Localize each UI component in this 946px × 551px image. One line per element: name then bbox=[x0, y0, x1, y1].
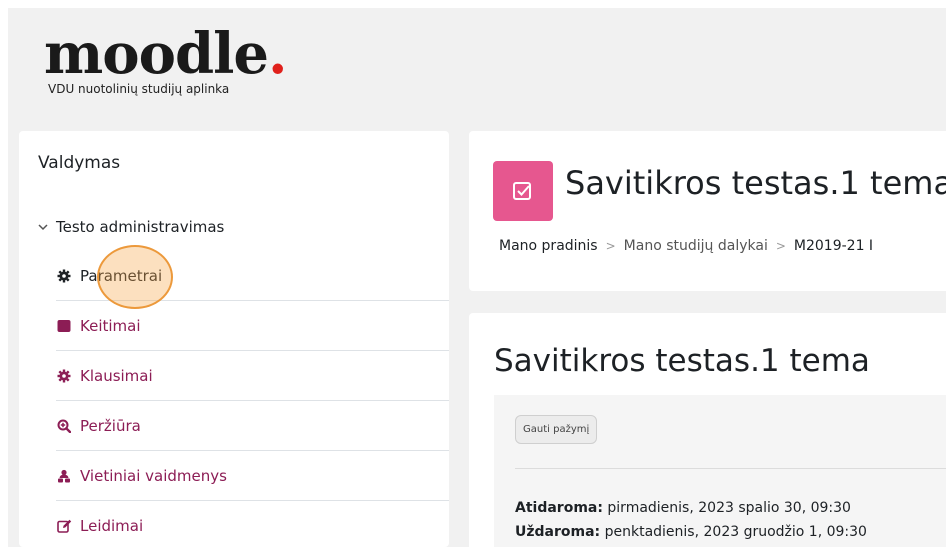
menu-item-keitimai[interactable]: Keitimai bbox=[56, 301, 449, 351]
quiz-administration-toggle[interactable]: Testo administravimas bbox=[38, 218, 224, 236]
activity-dates: Atidaroma: pirmadienis, 2023 spalio 30, … bbox=[515, 496, 867, 544]
menu-item-klausimai[interactable]: Klausimai bbox=[56, 351, 449, 401]
menu-item-perziura[interactable]: Peržiūra bbox=[56, 401, 449, 451]
edit-icon bbox=[56, 518, 72, 534]
divider bbox=[515, 468, 946, 469]
opened-date: Atidaroma: pirmadienis, 2023 spalio 30, … bbox=[515, 500, 851, 516]
menu-item-vietiniai-vaidmenys[interactable]: Vietiniai vaidmenys bbox=[56, 451, 449, 501]
search-plus-icon bbox=[56, 418, 72, 434]
chevron-right-icon: > bbox=[775, 239, 786, 253]
activity-title: Savitikros testas.1 tema bbox=[494, 343, 870, 379]
site-logo[interactable]: moodle. VDU nuotolinių studijų aplinka bbox=[44, 24, 287, 96]
menu-item-label: Klausimai bbox=[80, 366, 153, 385]
closed-date: Uždaroma: penktadienis, 2023 gruodžio 1,… bbox=[515, 524, 867, 540]
activity-info: Gauti pažymį Atidaroma: pirmadienis, 202… bbox=[494, 395, 946, 547]
breadcrumb-item[interactable]: M2019-21 I bbox=[794, 238, 873, 254]
breadcrumb-item[interactable]: Mano studijų dalykai bbox=[624, 238, 768, 254]
completion-badge: Gauti pažymį bbox=[515, 415, 598, 444]
menu-item-label: Leidimai bbox=[80, 517, 144, 535]
users-icon bbox=[56, 468, 72, 484]
quiz-main-region: Savitikros testas.1 tema Gauti pažymį At… bbox=[469, 313, 946, 547]
chevron-right-icon: > bbox=[605, 239, 616, 253]
gear-icon bbox=[56, 268, 72, 284]
menu-item-label: Vietiniai vaidmenys bbox=[80, 466, 227, 485]
breadcrumb: Mano pradinis > Mano studijų dalykai > M2019… bbox=[499, 238, 873, 254]
gear-icon bbox=[56, 368, 72, 384]
chevron-down-icon bbox=[38, 221, 48, 234]
page-header: Savitikros testas.1 tema Mano pradinis > M… bbox=[469, 131, 946, 291]
administration-block: Valdymas Testo administravimas Parametra… bbox=[19, 131, 449, 547]
menu-item-label: Peržiūra bbox=[80, 416, 141, 435]
menu-item-leidimai[interactable]: Leidimai bbox=[56, 501, 449, 551]
quiz-icon bbox=[493, 161, 553, 221]
logo-wordmark: moodle. bbox=[44, 21, 287, 87]
square-icon bbox=[56, 318, 72, 334]
section-label: Testo administravimas bbox=[56, 218, 225, 236]
breadcrumb-item[interactable]: Mano pradinis bbox=[499, 238, 598, 254]
page-title: Savitikros testas.1 tema bbox=[565, 164, 946, 202]
click-highlight-marker bbox=[97, 245, 173, 309]
menu-item-label: Keitimai bbox=[80, 316, 141, 335]
block-title: Valdymas bbox=[38, 153, 121, 173]
